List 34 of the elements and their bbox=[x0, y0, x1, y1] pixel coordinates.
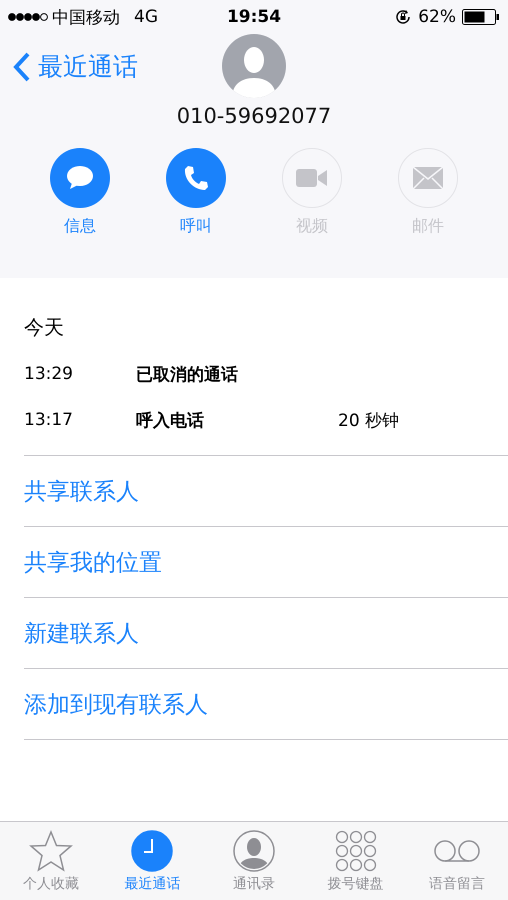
call-time: 13:29 bbox=[24, 364, 74, 384]
tab-bar-item[interactable]: 最近通话 bbox=[102, 830, 202, 892]
call-type: 已取消的通话 bbox=[136, 364, 239, 386]
clock-time: 19:54 bbox=[226, 7, 282, 27]
avatar-silhouette-icon bbox=[222, 34, 286, 98]
rotation-lock-icon bbox=[394, 8, 412, 26]
back-chevron-icon bbox=[12, 50, 32, 82]
speech-bubble-icon bbox=[65, 164, 95, 192]
contact-option-link[interactable]: 共享我的位置 bbox=[24, 546, 162, 578]
date-heading: 今天 bbox=[24, 314, 65, 341]
call-time: 13:17 bbox=[24, 410, 74, 430]
envelope-icon bbox=[413, 167, 443, 189]
keypad-icon bbox=[334, 830, 377, 872]
video-camera-icon bbox=[296, 168, 328, 188]
contact-option-link[interactable]: 添加到现有联系人 bbox=[24, 688, 208, 720]
tab-bar-item[interactable]: 拨号键盘 bbox=[306, 830, 406, 892]
clock-icon bbox=[131, 830, 174, 872]
battery-percent: 62% bbox=[418, 7, 456, 27]
tab-bar-item[interactable]: 个人收藏 bbox=[0, 830, 101, 892]
call-duration: 20 秒钟 bbox=[338, 410, 400, 432]
network-type: 4G bbox=[134, 7, 158, 27]
tab-bar-item[interactable]: 语音留言 bbox=[407, 830, 508, 892]
phone-number: 010-59692077 bbox=[176, 104, 332, 128]
battery-icon bbox=[462, 9, 500, 25]
carrier-name: 中国移动 bbox=[52, 6, 120, 28]
phone-icon bbox=[182, 164, 210, 192]
back-link[interactable]: 最近通话 bbox=[12, 50, 138, 83]
contact-option-link[interactable]: 新建联系人 bbox=[24, 618, 139, 648]
call-type: 呼入电话 bbox=[136, 410, 205, 432]
signal-icon bbox=[8, 12, 48, 22]
tab-bar-item[interactable]: 通讯录 bbox=[204, 830, 304, 892]
star-icon bbox=[28, 830, 73, 872]
person-icon bbox=[232, 830, 275, 872]
contact-option-link[interactable]: 共享联系人 bbox=[24, 476, 139, 506]
